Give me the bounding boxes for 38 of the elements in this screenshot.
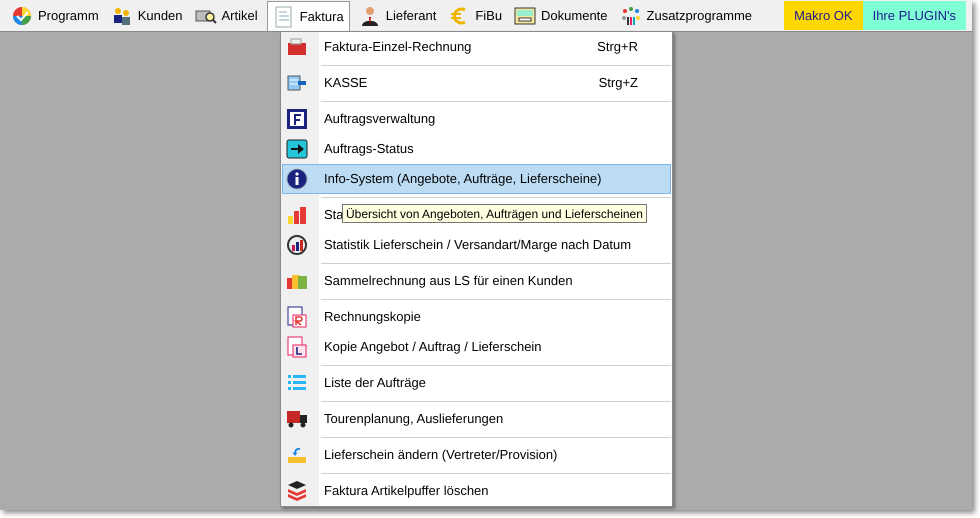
tray-icon (514, 5, 536, 27)
menu-bar-item[interactable]: Faktura (266, 1, 350, 31)
letter-f-icon (286, 108, 308, 130)
chart-disc-icon (286, 234, 308, 256)
menu-bar-item[interactable]: Zusatzprogramme (616, 1, 756, 31)
shortcut-text: Strg+Z (598, 74, 638, 92)
menu-item[interactable]: KASSE (286, 72, 368, 94)
menu-item[interactable]: Faktura Artikelpuffer löschen (286, 480, 489, 502)
menu-item[interactable]: Auftrags-Status (286, 138, 414, 160)
tooltip: Übersicht von Angeboten, Aufträgen und Lieferscheinen (342, 204, 647, 223)
menu-bar-item[interactable]: Artikel (192, 1, 261, 31)
truck-icon (286, 408, 308, 430)
shortcut-text: Strg+R (597, 38, 638, 56)
menu-item[interactable]: Lieferschein ändern (Vertreter/Provision) (286, 444, 558, 466)
copy-r-icon (286, 306, 308, 328)
menu-bar-item[interactable]: Kunden (108, 1, 186, 31)
menu-item[interactable]: Auftragsverwaltung (286, 108, 436, 130)
menu-item[interactable]: Info-System (Angebote, Aufträge, Lieferscheine) (286, 168, 602, 190)
folder-icon (286, 36, 308, 58)
menu-bar-item[interactable]: Dokumente (511, 1, 611, 31)
menu-item[interactable]: Statistik Lieferschein / Versandart/Marge nach Datum (286, 234, 632, 256)
color-wheel-icon (11, 5, 33, 27)
menu-bar-item[interactable]: Programm (8, 1, 102, 31)
menu-item[interactable]: Sammelrechnung aus LS für einen Kunden (286, 270, 573, 292)
info-icon (286, 168, 308, 190)
menu-item[interactable]: Rechnungskopie (286, 306, 421, 328)
menu-bar-item[interactable]: Lieferant (356, 1, 440, 31)
menu-item[interactable]: Liste der Aufträge (286, 372, 426, 394)
menu-item[interactable]: Faktura-Einzel-Rechnung (286, 36, 472, 58)
dots-icon (620, 5, 642, 27)
menu-bar-item[interactable]: FiBu (445, 1, 506, 31)
status-button[interactable]: Makro OK (784, 1, 863, 30)
bar-chart-icon (286, 204, 308, 226)
menu-item[interactable]: Kopie Angebot / Auftrag / Lieferschein (286, 336, 542, 358)
menu-item[interactable]: Tourenplanung, Auslieferungen (286, 408, 504, 430)
status-button[interactable]: Ihre PLUGIN's (862, 1, 966, 30)
copy-l-icon (286, 336, 308, 358)
layers-icon (286, 480, 308, 502)
